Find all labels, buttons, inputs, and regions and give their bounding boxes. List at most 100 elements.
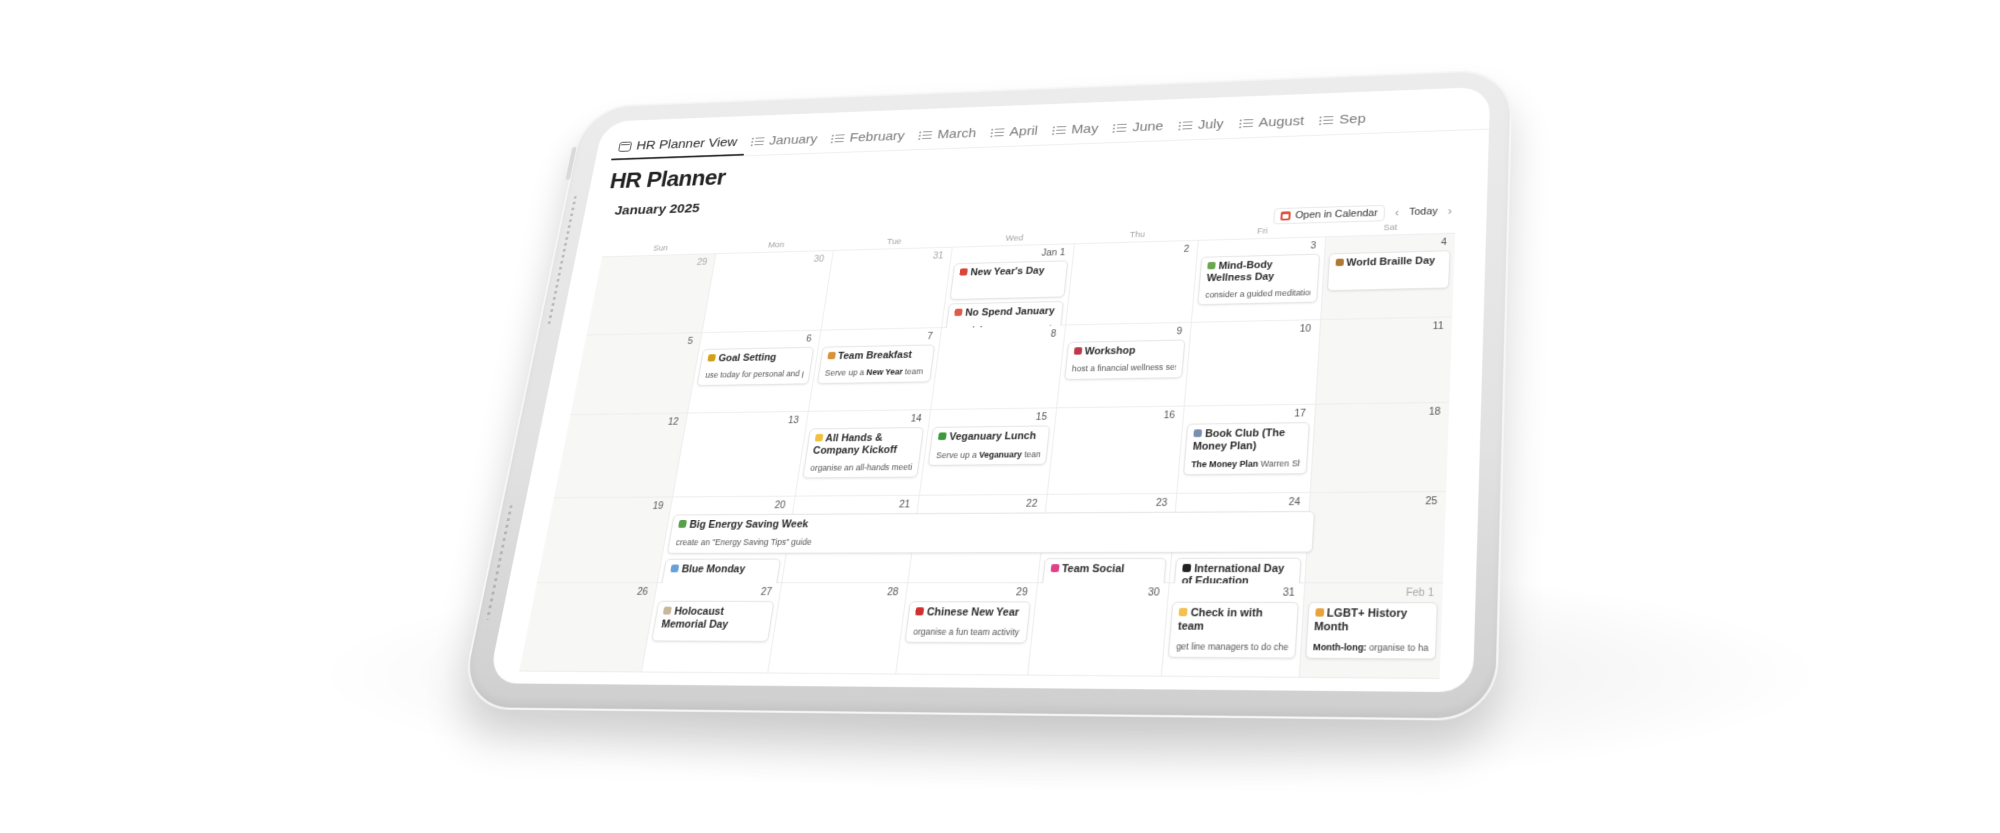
day-number: 25: [1425, 495, 1438, 508]
weekday-label: Sun: [652, 243, 669, 253]
day-cell[interactable]: 15 Veganuary Lunch Serve up a Veganuary te…: [920, 408, 1057, 496]
tab-april[interactable]: April: [984, 123, 1048, 146]
calendar-app-icon: [1279, 211, 1291, 221]
weekday-label: Sat: [1383, 222, 1398, 233]
event-card[interactable]: Holocaust Memorial Day: [651, 601, 775, 643]
day-number: 15: [1035, 412, 1048, 423]
day-cell[interactable]: 13: [673, 411, 809, 498]
battery-icon: [678, 519, 688, 528]
graduation-cap-icon: [1182, 563, 1192, 572]
tab-july[interactable]: July: [1172, 116, 1234, 140]
open-in-calendar-label: Open in Calendar: [1294, 207, 1378, 222]
day-number: 7: [926, 331, 934, 342]
event-card[interactable]: World Braille Day: [1326, 250, 1451, 292]
day-number: 26: [636, 587, 649, 599]
tab-may[interactable]: May: [1045, 121, 1108, 144]
next-month-button[interactable]: ›: [1448, 205, 1453, 218]
day-cell[interactable]: 30: [1027, 583, 1170, 677]
event-title-row: Check in with team: [1177, 607, 1290, 634]
tablet-device: HR Planner View January February March April…: [457, 68, 1513, 721]
event-description: host a financial wellness ses: [1071, 362, 1176, 373]
event-card[interactable]: Goal Setting use today for personal and p: [697, 346, 815, 386]
day-cell[interactable]: 17 Book Club (The Money Plan) The Money Pl…: [1177, 404, 1316, 494]
day-cell[interactable]: 28: [767, 583, 909, 675]
event-title-row: World Braille Day: [1335, 255, 1443, 269]
day-cell[interactable]: 31: [821, 247, 953, 331]
day-cell[interactable]: 25: [1304, 491, 1447, 584]
day-cell[interactable]: Feb 1 LGBT+ History Month Month-long: orga…: [1299, 583, 1443, 679]
day-cell[interactable]: 11: [1315, 316, 1453, 405]
day-number: 29: [696, 257, 708, 268]
tab-label: June: [1131, 119, 1165, 135]
day-cell[interactable]: 26: [519, 583, 659, 673]
day-number: 20: [773, 500, 787, 511]
day-number: 3: [1310, 241, 1317, 252]
day-events: Veganuary Lunch Serve up a Veganuary team: [927, 425, 1050, 467]
event-card[interactable]: Mind-Body Wellness Day consider a guided …: [1197, 253, 1320, 306]
day-cell[interactable]: Jan 1New Year's DayNo Spend JanuaryMonth…: [942, 244, 1075, 341]
event-title: All Hands & Company Kickoff: [812, 432, 898, 457]
day-cell[interactable]: 20Blue Mondayhost a virtual coffee break…: [658, 496, 1315, 599]
open-in-calendar-button[interactable]: Open in Calendar: [1272, 204, 1386, 225]
event-title-row: Holocaust Memorial Day: [660, 606, 766, 631]
day-number: 9: [1176, 326, 1183, 337]
event-title-row: Workshop: [1073, 344, 1178, 358]
day-number: 18: [1428, 406, 1441, 418]
event-card[interactable]: Book Club (The Money Plan) The Money Plan…: [1183, 422, 1310, 476]
today-button[interactable]: Today: [1409, 206, 1438, 218]
event-card[interactable]: Chinese New Year organise a fun team acti…: [904, 601, 1031, 644]
day-cell[interactable]: 27 Holocaust Memorial Day: [642, 583, 782, 674]
event-description-text: team b: [904, 366, 925, 377]
day-cell[interactable]: 9 Workshop host a financial wellness ses: [1056, 322, 1192, 409]
tab-label: Sep: [1338, 111, 1367, 128]
day-number: 31: [932, 251, 944, 262]
tab-march[interactable]: March: [912, 126, 987, 150]
day-cell[interactable]: 5: [570, 332, 703, 416]
multi-day-event-card[interactable]: Big Energy Saving Week create an "Energy …: [667, 510, 1315, 554]
tab-sep[interactable]: Sep: [1313, 111, 1376, 135]
tab-label: April: [1008, 123, 1039, 140]
day-number: 30: [812, 254, 825, 265]
event-card[interactable]: New Year's Day: [949, 260, 1069, 300]
day-number: Jan 1: [1040, 247, 1066, 259]
day-cell[interactable]: 18: [1310, 402, 1450, 493]
event-description-text: Warren Shu: [1260, 458, 1300, 470]
day-cell[interactable]: 8: [931, 325, 1066, 411]
day-cell[interactable]: 6 Goal Setting use today for personal and …: [688, 330, 822, 414]
day-cell[interactable]: 4 World Braille Day: [1320, 233, 1456, 320]
day-cell[interactable]: 14 All Hands & Company Kickoff organise an…: [795, 410, 932, 497]
day-cell[interactable]: 7 Team Breakfast Serve up a New Year team …: [808, 327, 943, 412]
day-events: [689, 429, 801, 430]
event-card[interactable]: LGBT+ History Month Month-long: organise …: [1304, 602, 1438, 660]
event-card[interactable]: Workshop host a financial wellness ses: [1063, 339, 1186, 380]
candle-icon: [663, 607, 673, 615]
day-events: Check in with team get line managers to d…: [1167, 602, 1299, 659]
tab-label: July: [1197, 116, 1225, 133]
day-events: [587, 349, 695, 351]
event-card[interactable]: Check in with team get line managers to d…: [1167, 602, 1299, 659]
day-cell[interactable]: 12: [553, 413, 689, 499]
event-description: create an "Energy Saving Tips" guide: [675, 536, 1306, 547]
tab-june[interactable]: June: [1106, 119, 1173, 143]
event-card[interactable]: Team Breakfast Serve up a New Year team b: [816, 344, 936, 384]
day-cell[interactable]: 29: [586, 254, 717, 336]
tab-august[interactable]: August: [1232, 113, 1314, 138]
tab-hr-planner-view[interactable]: HR Planner View: [611, 134, 748, 161]
day-cell[interactable]: 19: [536, 497, 674, 584]
day-cell[interactable]: 31 Check in with team get line managers to…: [1161, 583, 1305, 678]
list-icon: [831, 133, 846, 143]
tab-february[interactable]: February: [824, 128, 915, 152]
day-cell[interactable]: 10: [1184, 319, 1321, 407]
day-cell[interactable]: 16: [1047, 406, 1185, 495]
tab-label: February: [848, 128, 906, 146]
event-card[interactable]: Veganuary Lunch Serve up a Veganuary team: [927, 425, 1050, 467]
day-cell[interactable]: 3 Mind-Body Wellness Day consider a guided…: [1191, 237, 1326, 323]
day-number: 24: [1288, 496, 1301, 508]
list-icon: [990, 127, 1005, 138]
prev-month-button[interactable]: ‹: [1395, 206, 1400, 219]
tab-january[interactable]: January: [744, 132, 828, 156]
day-cell[interactable]: 30: [702, 250, 834, 333]
day-cell[interactable]: 2: [1065, 240, 1199, 326]
event-card[interactable]: All Hands & Company Kickoff organise an a…: [802, 427, 925, 479]
day-cell[interactable]: 29 Chinese New Year organise a fun team ac…: [896, 583, 1038, 676]
